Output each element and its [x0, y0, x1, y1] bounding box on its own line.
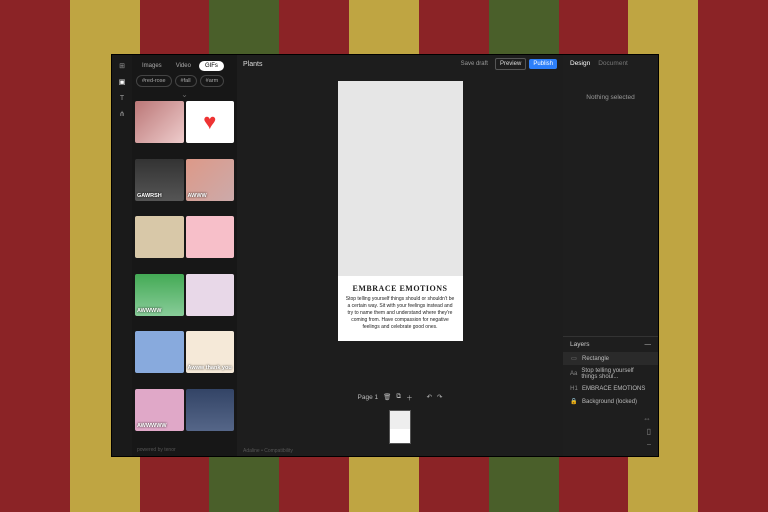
rectangle-icon: ▭ [570, 355, 578, 362]
gif-thumb[interactable]: AWWWWW [135, 389, 184, 431]
main-area: Plants Save draft Preview Publish EMBRAC… [237, 55, 563, 456]
template-icon[interactable]: ⊞ [117, 61, 127, 71]
left-rail: ⊞ ▣ T ⋔ [112, 55, 132, 456]
page-thumbnails [237, 407, 563, 446]
fit-page-icon[interactable]: ▯ [647, 427, 651, 436]
page-label: Page 1 [358, 394, 379, 401]
page-body: Stop telling yourself things should or s… [346, 296, 455, 331]
more-tags[interactable]: ⌄ [132, 90, 237, 101]
add-page-icon[interactable]: ＋ [406, 392, 413, 402]
gif-thumb[interactable]: ♥ [186, 101, 235, 143]
layers-title: Layers [570, 341, 590, 348]
zoom-slider-icon[interactable]: ⎯ [647, 440, 651, 450]
tab-document[interactable]: Document [598, 60, 628, 67]
media-panel: Images Video GIFs #red-rose #fall #arm ⌄… [132, 55, 237, 456]
heading-layer-icon: H1 [570, 386, 578, 392]
tag-chip[interactable]: #fall [175, 75, 197, 87]
gif-thumb[interactable]: AWWWW [135, 274, 184, 316]
heart-icon: ♥ [186, 101, 235, 143]
page-toolbar: Page 1 🗑 ⧉ ＋ ↶ ↷ [237, 387, 563, 407]
layer-row[interactable]: 🔒Background (locked) [563, 395, 658, 408]
page-text-block[interactable]: EMBRACE EMOTIONS Stop telling yourself t… [338, 276, 463, 341]
gif-grid: ♥ GAWRSH AWWW AWWWW Awww thank you AWWWW… [132, 101, 237, 444]
layer-row[interactable]: H1EMBRACE EMOTIONS [563, 383, 658, 395]
gif-thumb[interactable] [135, 216, 184, 258]
gif-thumb[interactable] [186, 216, 235, 258]
gif-thumb[interactable] [186, 274, 235, 316]
layers-collapse-icon[interactable]: — [645, 341, 652, 348]
page-thumbnail[interactable] [389, 410, 411, 444]
gif-thumb[interactable] [186, 389, 235, 431]
layers-panel: Layers — ▭Rectangle AaStop telling yours… [563, 336, 658, 408]
delete-page-icon[interactable]: 🗑 [383, 393, 391, 401]
tag-chip[interactable]: #arm [200, 75, 225, 87]
media-tabs: Images Video GIFs [132, 55, 237, 75]
tab-design[interactable]: Design [570, 60, 590, 67]
tab-images[interactable]: Images [136, 61, 168, 71]
attribution: powered by tenor [132, 444, 237, 456]
tag-row: #red-rose #fall #arm [132, 75, 237, 90]
media-icon[interactable]: ▣ [117, 77, 127, 87]
layer-row[interactable]: AaStop telling yourself things shoul... [563, 365, 658, 383]
page-image-placeholder[interactable] [338, 81, 463, 276]
save-draft-button[interactable]: Save draft [457, 59, 492, 69]
duplicate-page-icon[interactable]: ⧉ [396, 393, 401, 401]
fit-width-icon[interactable]: ⇔ [643, 414, 651, 423]
gif-thumb[interactable] [135, 101, 184, 143]
page-heading: EMBRACE EMOTIONS [346, 284, 455, 293]
document-title[interactable]: Plants [243, 61, 262, 68]
gif-thumb[interactable]: Awww thank you [186, 331, 235, 373]
inspector-panel: Design Document Nothing selected Layers … [563, 55, 658, 456]
app-frame: ⊞ ▣ T ⋔ Images Video GIFs #red-rose #fal… [111, 54, 659, 457]
page[interactable]: EMBRACE EMOTIONS Stop telling yourself t… [338, 81, 463, 341]
gif-thumb[interactable] [135, 331, 184, 373]
embed-icon[interactable]: ⋔ [117, 109, 127, 119]
canvas[interactable]: EMBRACE EMOTIONS Stop telling yourself t… [237, 73, 563, 387]
topbar: Plants Save draft Preview Publish [237, 55, 563, 73]
layer-row[interactable]: ▭Rectangle [563, 352, 658, 365]
gif-thumb[interactable]: AWWW [186, 159, 235, 201]
publish-button[interactable]: Publish [529, 59, 557, 69]
empty-selection: Nothing selected [563, 72, 658, 336]
tab-video[interactable]: Video [170, 61, 197, 71]
lock-icon: 🔒 [570, 398, 578, 405]
inspector-tabs: Design Document [563, 55, 658, 72]
tag-chip[interactable]: #red-rose [136, 75, 172, 87]
tab-gifs[interactable]: GIFs [199, 61, 224, 71]
zoom-controls: ⇔ ▯ ⎯ [563, 408, 658, 456]
text-icon[interactable]: T [117, 93, 127, 103]
gif-thumb[interactable]: GAWRSH [135, 159, 184, 201]
preview-button[interactable]: Preview [495, 58, 526, 70]
text-layer-icon: Aa [570, 371, 577, 377]
undo-icon[interactable]: ↶ [427, 393, 432, 401]
footer-info: Adaline • Compatibility [237, 446, 563, 456]
redo-icon[interactable]: ↷ [437, 393, 442, 401]
